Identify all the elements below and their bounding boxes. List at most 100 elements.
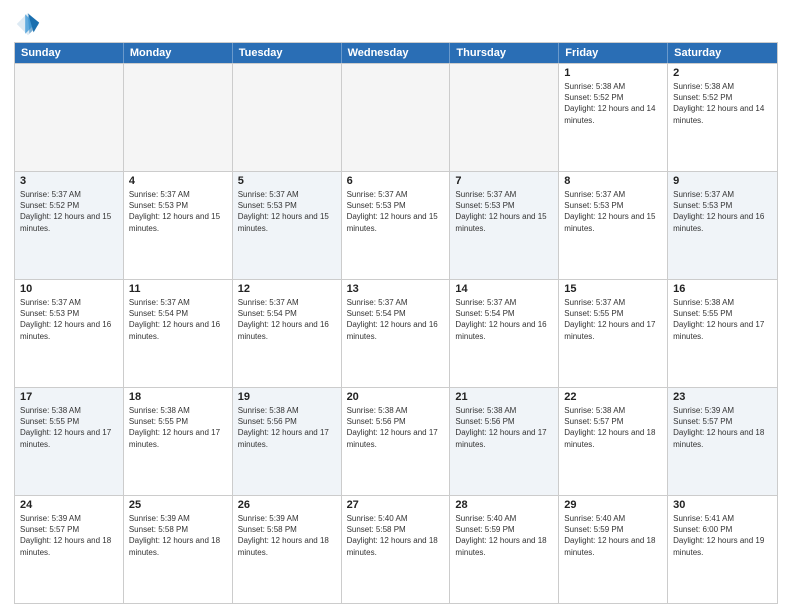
day-info: Sunrise: 5:39 AM Sunset: 5:57 PM Dayligh… [673,405,772,450]
weekday-header: Saturday [668,43,777,63]
calendar-cell: 12 Sunrise: 5:37 AM Sunset: 5:54 PM Dayl… [233,280,342,387]
calendar-cell: 9 Sunrise: 5:37 AM Sunset: 5:53 PM Dayli… [668,172,777,279]
calendar-header: SundayMondayTuesdayWednesdayThursdayFrid… [15,43,777,63]
calendar-cell: 21 Sunrise: 5:38 AM Sunset: 5:56 PM Dayl… [450,388,559,495]
day-info: Sunrise: 5:38 AM Sunset: 5:55 PM Dayligh… [673,297,772,342]
calendar-cell [124,64,233,171]
day-info: Sunrise: 5:39 AM Sunset: 5:58 PM Dayligh… [129,513,227,558]
calendar-cell: 19 Sunrise: 5:38 AM Sunset: 5:56 PM Dayl… [233,388,342,495]
day-number: 12 [238,283,336,295]
day-number: 25 [129,499,227,511]
calendar-cell: 5 Sunrise: 5:37 AM Sunset: 5:53 PM Dayli… [233,172,342,279]
calendar-cell: 24 Sunrise: 5:39 AM Sunset: 5:57 PM Dayl… [15,496,124,603]
day-number: 9 [673,175,772,187]
calendar-cell: 27 Sunrise: 5:40 AM Sunset: 5:58 PM Dayl… [342,496,451,603]
weekday-header: Wednesday [342,43,451,63]
day-info: Sunrise: 5:37 AM Sunset: 5:53 PM Dayligh… [455,189,553,234]
calendar-cell: 30 Sunrise: 5:41 AM Sunset: 6:00 PM Dayl… [668,496,777,603]
day-number: 4 [129,175,227,187]
day-number: 11 [129,283,227,295]
day-number: 21 [455,391,553,403]
day-info: Sunrise: 5:38 AM Sunset: 5:52 PM Dayligh… [673,81,772,126]
calendar-cell: 23 Sunrise: 5:39 AM Sunset: 5:57 PM Dayl… [668,388,777,495]
weekday-header: Thursday [450,43,559,63]
weekday-header: Tuesday [233,43,342,63]
calendar-row: 24 Sunrise: 5:39 AM Sunset: 5:57 PM Dayl… [15,495,777,603]
day-info: Sunrise: 5:40 AM Sunset: 5:59 PM Dayligh… [455,513,553,558]
day-number: 29 [564,499,662,511]
day-number: 24 [20,499,118,511]
day-number: 27 [347,499,445,511]
calendar-cell: 29 Sunrise: 5:40 AM Sunset: 5:59 PM Dayl… [559,496,668,603]
calendar-cell: 17 Sunrise: 5:38 AM Sunset: 5:55 PM Dayl… [15,388,124,495]
calendar-cell: 25 Sunrise: 5:39 AM Sunset: 5:58 PM Dayl… [124,496,233,603]
day-info: Sunrise: 5:37 AM Sunset: 5:53 PM Dayligh… [673,189,772,234]
weekday-header: Sunday [15,43,124,63]
day-info: Sunrise: 5:41 AM Sunset: 6:00 PM Dayligh… [673,513,772,558]
calendar-cell: 7 Sunrise: 5:37 AM Sunset: 5:53 PM Dayli… [450,172,559,279]
day-info: Sunrise: 5:38 AM Sunset: 5:55 PM Dayligh… [20,405,118,450]
day-info: Sunrise: 5:37 AM Sunset: 5:53 PM Dayligh… [129,189,227,234]
calendar-cell: 1 Sunrise: 5:38 AM Sunset: 5:52 PM Dayli… [559,64,668,171]
day-number: 28 [455,499,553,511]
calendar-cell: 8 Sunrise: 5:37 AM Sunset: 5:53 PM Dayli… [559,172,668,279]
day-info: Sunrise: 5:38 AM Sunset: 5:56 PM Dayligh… [347,405,445,450]
calendar-cell: 6 Sunrise: 5:37 AM Sunset: 5:53 PM Dayli… [342,172,451,279]
day-number: 15 [564,283,662,295]
day-info: Sunrise: 5:37 AM Sunset: 5:54 PM Dayligh… [238,297,336,342]
weekday-header: Monday [124,43,233,63]
day-info: Sunrise: 5:37 AM Sunset: 5:53 PM Dayligh… [20,297,118,342]
day-number: 7 [455,175,553,187]
day-number: 18 [129,391,227,403]
day-number: 1 [564,67,662,79]
day-number: 16 [673,283,772,295]
weekday-header: Friday [559,43,668,63]
calendar-cell: 15 Sunrise: 5:37 AM Sunset: 5:55 PM Dayl… [559,280,668,387]
day-number: 22 [564,391,662,403]
calendar-cell [450,64,559,171]
calendar-cell: 14 Sunrise: 5:37 AM Sunset: 5:54 PM Dayl… [450,280,559,387]
calendar-cell [342,64,451,171]
calendar-cell: 28 Sunrise: 5:40 AM Sunset: 5:59 PM Dayl… [450,496,559,603]
day-info: Sunrise: 5:38 AM Sunset: 5:55 PM Dayligh… [129,405,227,450]
calendar: SundayMondayTuesdayWednesdayThursdayFrid… [14,42,778,604]
day-number: 26 [238,499,336,511]
day-number: 6 [347,175,445,187]
day-number: 30 [673,499,772,511]
day-info: Sunrise: 5:38 AM Sunset: 5:56 PM Dayligh… [455,405,553,450]
day-info: Sunrise: 5:37 AM Sunset: 5:54 PM Dayligh… [347,297,445,342]
day-info: Sunrise: 5:37 AM Sunset: 5:54 PM Dayligh… [129,297,227,342]
calendar-cell: 3 Sunrise: 5:37 AM Sunset: 5:52 PM Dayli… [15,172,124,279]
day-info: Sunrise: 5:40 AM Sunset: 5:58 PM Dayligh… [347,513,445,558]
calendar-cell: 11 Sunrise: 5:37 AM Sunset: 5:54 PM Dayl… [124,280,233,387]
day-info: Sunrise: 5:39 AM Sunset: 5:58 PM Dayligh… [238,513,336,558]
calendar-cell: 2 Sunrise: 5:38 AM Sunset: 5:52 PM Dayli… [668,64,777,171]
day-number: 2 [673,67,772,79]
day-info: Sunrise: 5:38 AM Sunset: 5:52 PM Dayligh… [564,81,662,126]
calendar-cell: 20 Sunrise: 5:38 AM Sunset: 5:56 PM Dayl… [342,388,451,495]
day-number: 20 [347,391,445,403]
day-info: Sunrise: 5:37 AM Sunset: 5:53 PM Dayligh… [564,189,662,234]
day-number: 3 [20,175,118,187]
calendar-row: 10 Sunrise: 5:37 AM Sunset: 5:53 PM Dayl… [15,279,777,387]
day-info: Sunrise: 5:37 AM Sunset: 5:52 PM Dayligh… [20,189,118,234]
day-number: 17 [20,391,118,403]
day-info: Sunrise: 5:37 AM Sunset: 5:54 PM Dayligh… [455,297,553,342]
calendar-cell: 26 Sunrise: 5:39 AM Sunset: 5:58 PM Dayl… [233,496,342,603]
day-number: 19 [238,391,336,403]
day-info: Sunrise: 5:37 AM Sunset: 5:53 PM Dayligh… [238,189,336,234]
day-info: Sunrise: 5:38 AM Sunset: 5:57 PM Dayligh… [564,405,662,450]
calendar-cell: 16 Sunrise: 5:38 AM Sunset: 5:55 PM Dayl… [668,280,777,387]
day-number: 10 [20,283,118,295]
calendar-cell: 22 Sunrise: 5:38 AM Sunset: 5:57 PM Dayl… [559,388,668,495]
day-info: Sunrise: 5:37 AM Sunset: 5:55 PM Dayligh… [564,297,662,342]
day-number: 8 [564,175,662,187]
calendar-cell: 10 Sunrise: 5:37 AM Sunset: 5:53 PM Dayl… [15,280,124,387]
calendar-row: 1 Sunrise: 5:38 AM Sunset: 5:52 PM Dayli… [15,63,777,171]
day-info: Sunrise: 5:38 AM Sunset: 5:56 PM Dayligh… [238,405,336,450]
day-info: Sunrise: 5:37 AM Sunset: 5:53 PM Dayligh… [347,189,445,234]
logo [14,10,44,38]
day-info: Sunrise: 5:39 AM Sunset: 5:57 PM Dayligh… [20,513,118,558]
day-number: 5 [238,175,336,187]
calendar-body: 1 Sunrise: 5:38 AM Sunset: 5:52 PM Dayli… [15,63,777,603]
